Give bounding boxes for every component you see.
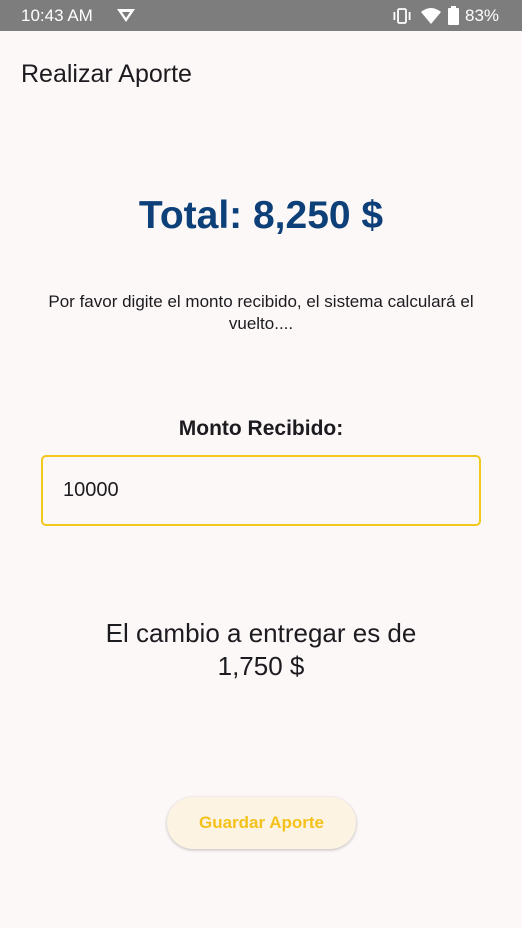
battery-percentage: 83% [465,6,500,25]
status-time: 10:43 AM [21,6,93,25]
amount-received-label: Monto Recibido: [178,417,344,440]
status-bar: 10:43 AM 83% [0,0,522,31]
change-amount: 1,750 $ [217,651,305,681]
total-amount: Total: 8,250 $ [138,194,384,237]
instructions-text: Por favor digite el monto recibido, el s… [48,292,474,333]
wifi-icon [421,8,441,24]
amount-received-input[interactable] [41,455,481,526]
data-saver-icon [117,9,135,22]
battery-icon [448,6,459,25]
page-title: Realizar Aporte [21,60,192,88]
change-message: El cambio a entregar es de 1,750 $ [0,617,522,683]
save-contribution-button[interactable]: Guardar Aporte [167,797,356,849]
vibrate-icon [393,8,411,24]
change-message-text: El cambio a entregar es de [105,618,417,648]
